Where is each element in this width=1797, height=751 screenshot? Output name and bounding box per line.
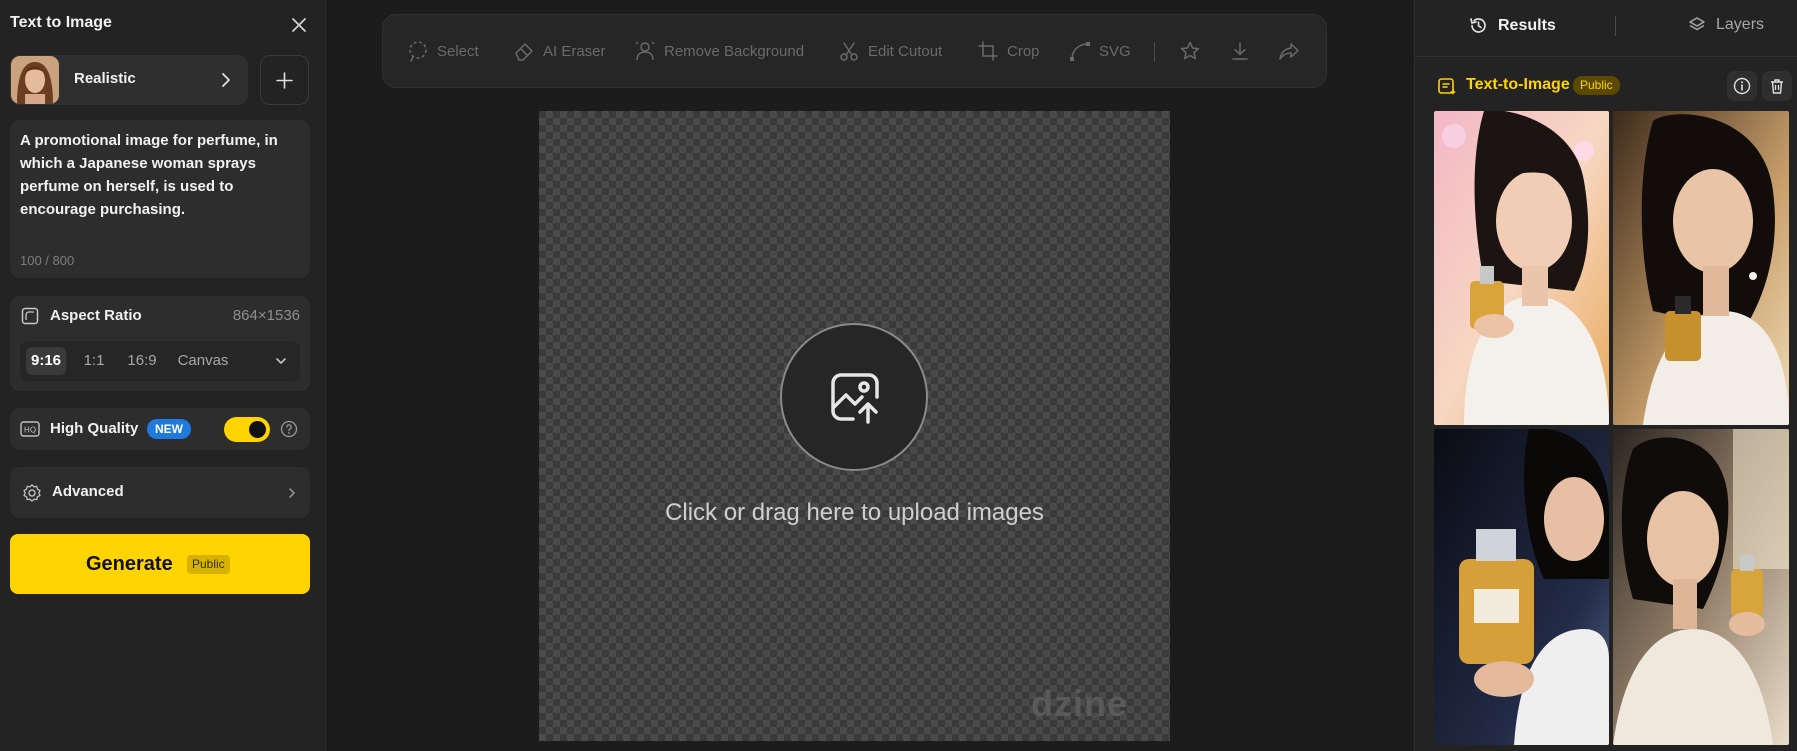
- svg-text:HQ: HQ: [24, 426, 36, 435]
- favorite-button[interactable]: [1179, 40, 1201, 62]
- result-image-1[interactable]: [1434, 111, 1609, 425]
- advanced-label: Advanced: [52, 483, 124, 500]
- info-icon: [1733, 77, 1751, 95]
- result-image-3[interactable]: [1434, 429, 1609, 745]
- new-badge: NEW: [147, 419, 191, 439]
- tool-svg[interactable]: SVG: [1069, 40, 1131, 62]
- section-public-badge: Public: [1573, 76, 1620, 95]
- toolbar-divider: [1154, 42, 1155, 62]
- aspect-option-16-9[interactable]: 16:9: [122, 347, 162, 375]
- scissors-icon: [840, 42, 858, 61]
- aspect-option-canvas[interactable]: Canvas: [172, 347, 234, 375]
- aspect-option-1-1[interactable]: 1:1: [76, 347, 112, 375]
- tool-crop-label: Crop: [1007, 42, 1040, 60]
- toggle-knob: [249, 421, 266, 438]
- tool-select[interactable]: Select: [407, 40, 479, 62]
- right-panel: Results Layers Text-to-Image Public: [1414, 0, 1797, 751]
- upload-button[interactable]: [780, 323, 928, 471]
- delete-button[interactable]: [1762, 71, 1792, 101]
- star-icon: [1180, 41, 1200, 60]
- chevron-right-icon: [286, 486, 298, 504]
- tab-layers-label: Layers: [1716, 16, 1765, 33]
- generate-label: Generate: [86, 553, 173, 575]
- remove-background-icon: [635, 41, 655, 61]
- section-title: Text-to-Image: [1466, 76, 1570, 93]
- tool-select-label: Select: [437, 42, 479, 60]
- edit-toolbar: Select AI Eraser Remove Background Edit …: [382, 14, 1327, 88]
- chevron-right-icon: [218, 72, 234, 88]
- trash-icon: [1771, 79, 1783, 94]
- high-quality-toggle[interactable]: [224, 417, 270, 442]
- share-button[interactable]: [1278, 40, 1300, 62]
- tool-edit-cutout[interactable]: Edit Cutout: [838, 40, 942, 62]
- share-icon: [1279, 43, 1299, 60]
- download-button[interactable]: [1229, 40, 1251, 62]
- canvas-area[interactable]: Click or drag here to upload images dzin…: [539, 111, 1170, 741]
- generate-button[interactable]: Generate Public: [10, 534, 310, 594]
- text-to-image-icon: [1437, 76, 1457, 101]
- tool-ai-eraser[interactable]: AI Eraser: [513, 40, 606, 62]
- high-quality-card: HQ High Quality NEW: [10, 408, 310, 450]
- style-thumbnail: [11, 56, 59, 104]
- plus-icon: [276, 72, 293, 89]
- style-name: Realistic: [74, 70, 136, 87]
- prompt-text[interactable]: A promotional image for perfume, in whic…: [20, 129, 292, 221]
- advanced-settings[interactable]: Advanced: [10, 467, 310, 518]
- help-icon[interactable]: [280, 420, 298, 443]
- eraser-icon: [515, 43, 533, 61]
- close-icon[interactable]: [288, 14, 310, 36]
- tool-edit-cutout-label: Edit Cutout: [868, 42, 943, 60]
- tool-remove-background-label: Remove Background: [664, 42, 805, 60]
- prompt-char-count: 100 / 800: [20, 253, 75, 268]
- tool-remove-background[interactable]: Remove Background: [634, 40, 804, 62]
- add-style-button[interactable]: [260, 55, 309, 105]
- lasso-icon: [409, 41, 427, 62]
- aspect-ratio-card: Aspect Ratio 864×1536 9:16 1:1 16:9 Canv…: [10, 296, 310, 391]
- prompt-input[interactable]: A promotional image for perfume, in whic…: [10, 120, 310, 278]
- hd-icon: HQ: [20, 420, 40, 443]
- style-selector[interactable]: Realistic: [10, 55, 248, 105]
- upload-hint: Click or drag here to upload images: [665, 499, 1044, 526]
- aspect-ratio-label: Aspect Ratio: [50, 307, 142, 324]
- result-image-4[interactable]: [1613, 429, 1789, 745]
- tab-results-label: Results: [1498, 16, 1556, 34]
- tab-layers[interactable]: Layers: [1688, 16, 1764, 34]
- layers-icon: [1689, 17, 1705, 31]
- public-badge: Public: [187, 555, 230, 574]
- high-quality-label: High Quality: [50, 420, 139, 437]
- tool-ai-eraser-label: AI Eraser: [543, 42, 606, 60]
- chevron-down-icon[interactable]: [274, 354, 288, 373]
- tab-results[interactable]: Results: [1469, 16, 1556, 35]
- tool-svg-label: SVG: [1099, 42, 1131, 60]
- aspect-ratio-value: 864×1536: [232, 307, 300, 324]
- panel-title: Text to Image: [10, 14, 112, 31]
- aspect-option-9-16[interactable]: 9:16: [26, 347, 66, 375]
- gear-icon: [22, 483, 42, 508]
- aspect-ratio-options: 9:16 1:1 16:9 Canvas: [20, 341, 300, 381]
- left-panel: Text to Image Realistic A promotional im…: [0, 0, 326, 751]
- image-upload-icon: [831, 373, 879, 424]
- tab-divider: [1615, 16, 1616, 36]
- result-image-2[interactable]: [1613, 111, 1789, 425]
- watermark-logo: dzine: [1031, 683, 1129, 724]
- crop-icon: [978, 41, 998, 61]
- aspect-ratio-icon: [21, 307, 39, 330]
- vector-curve-icon: [1070, 42, 1090, 61]
- download-icon: [1232, 42, 1248, 60]
- info-button[interactable]: [1727, 71, 1757, 101]
- history-icon: [1470, 18, 1486, 33]
- results-tabs: Results Layers: [1415, 0, 1797, 57]
- tool-crop[interactable]: Crop: [977, 40, 1040, 62]
